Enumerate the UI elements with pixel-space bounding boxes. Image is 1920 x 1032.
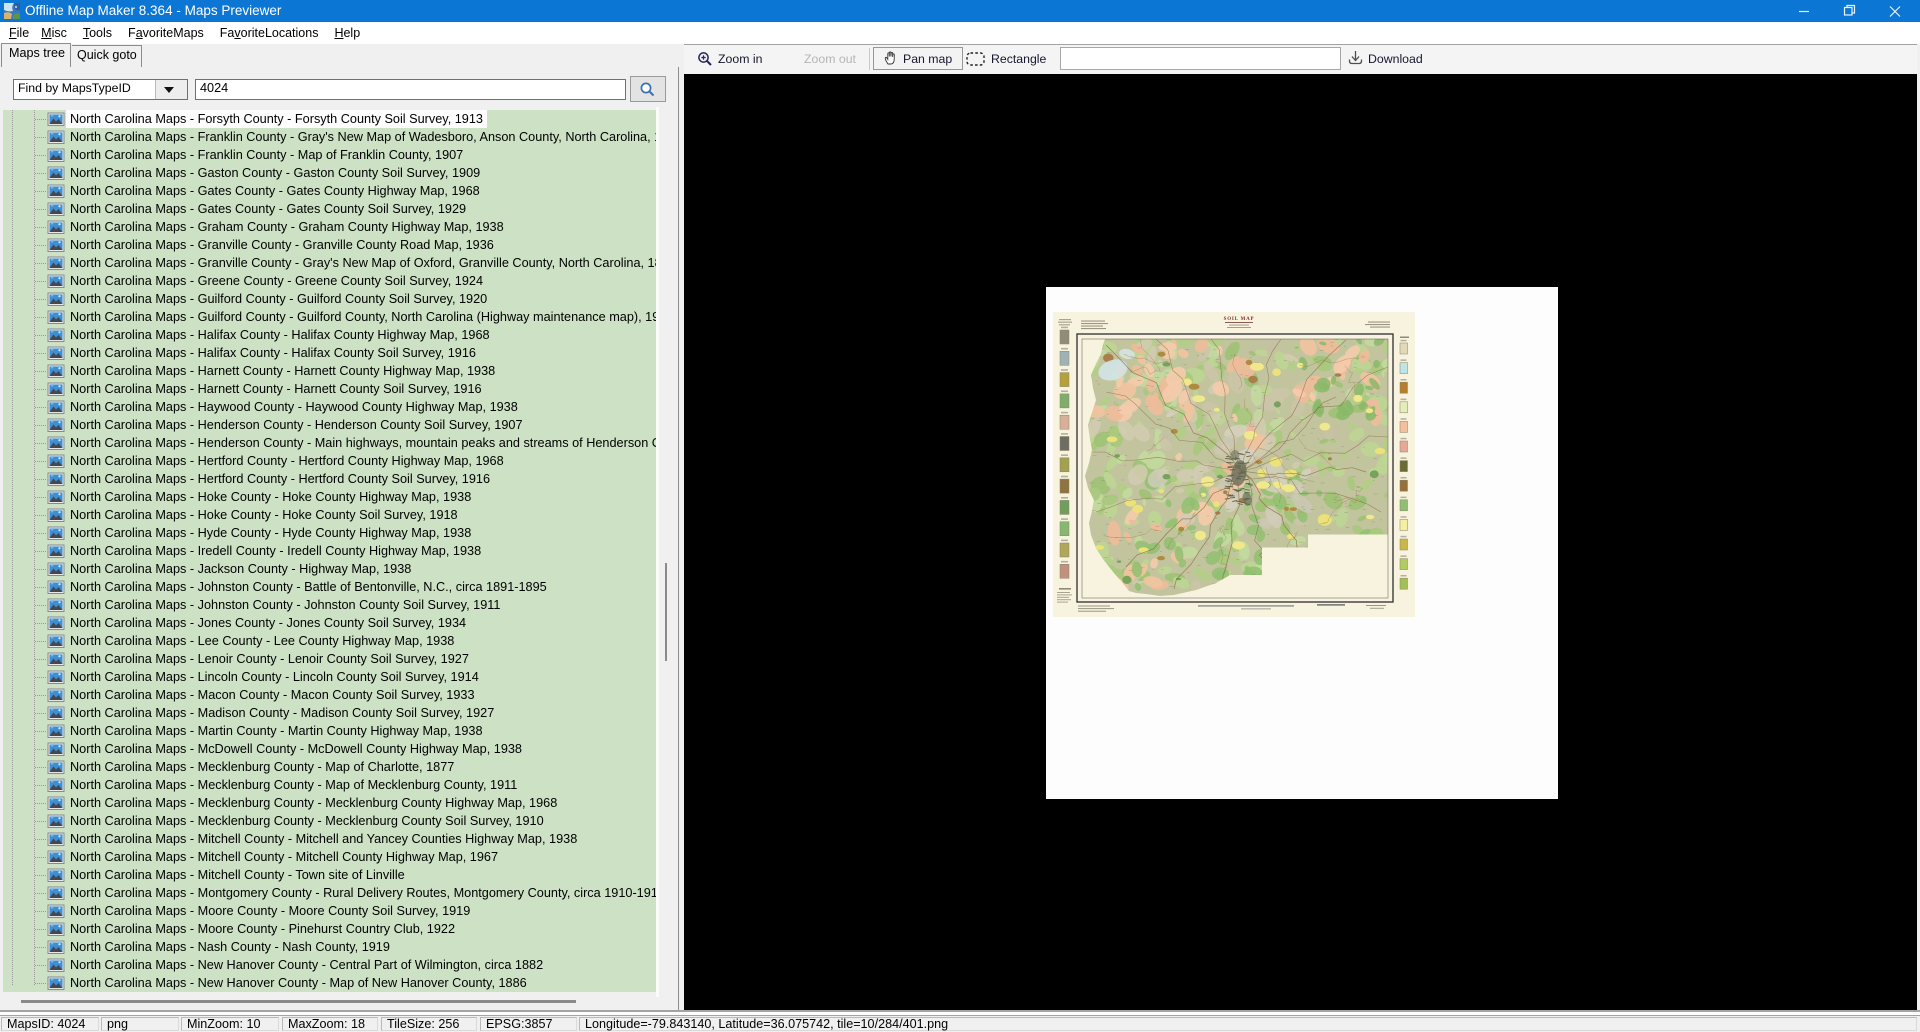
svg-text:SOIL MAP: SOIL MAP	[1224, 317, 1255, 322]
